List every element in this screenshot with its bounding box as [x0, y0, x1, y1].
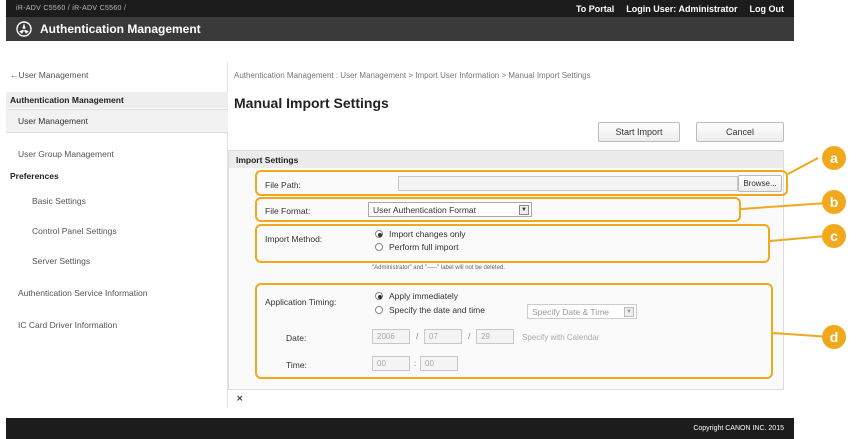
authentication-logo-icon: [16, 21, 32, 37]
log-out-link[interactable]: Log Out: [750, 4, 785, 14]
sidebar-item-user-management[interactable]: User Management: [6, 109, 228, 133]
sidebar-item-control-panel-settings[interactable]: Control Panel Settings: [6, 223, 228, 239]
title-bar: Authentication Management: [6, 17, 794, 41]
callout-box-b: [255, 197, 741, 222]
sidebar-back-link[interactable]: ←User Management: [6, 66, 228, 84]
sidebar-section-preferences: Preferences: [10, 171, 59, 181]
cancel-button[interactable]: Cancel: [696, 122, 784, 142]
login-user-label: Login User:: [626, 3, 677, 14]
sidebar-item-ic-card-driver-info[interactable]: IC Card Driver Information: [6, 317, 228, 333]
callout-badge-d: d: [822, 325, 846, 349]
device-name: iR-ADV C5560 / iR-ADV C5560 /: [16, 5, 127, 12]
callout-badge-b: b: [822, 190, 846, 214]
login-user-info: Login User: Administrator: [626, 4, 737, 14]
sidebar-item-user-group-management[interactable]: User Group Management: [6, 146, 228, 162]
to-portal-link[interactable]: To Portal: [576, 4, 614, 14]
sidebar-item-server-settings[interactable]: Server Settings: [6, 253, 228, 269]
copyright-text: Copyright CANON INC. 2015: [693, 425, 784, 432]
callout-box-a: [255, 170, 788, 196]
page-title: Manual Import Settings: [234, 95, 389, 111]
sidebar-section-authentication: Authentication Management: [6, 92, 228, 108]
sidebar: ←User Management Authentication Manageme…: [6, 62, 228, 408]
sidebar-item-basic-settings[interactable]: Basic Settings: [6, 193, 228, 209]
collapse-icon[interactable]: ⨯: [236, 393, 244, 404]
sidebar-item-auth-service-info[interactable]: Authentication Service Information: [6, 285, 228, 301]
callout-box-d: [255, 283, 773, 379]
app-title: Authentication Management: [40, 22, 201, 36]
start-import-button[interactable]: Start Import: [598, 122, 680, 142]
footer: Copyright CANON INC. 2015: [6, 418, 794, 439]
breadcrumb: Authentication Management : User Managem…: [234, 71, 591, 80]
callout-badge-a: a: [822, 146, 846, 170]
top-links: To Portal Login User: Administrator Log …: [576, 4, 794, 14]
login-user-name: Administrator: [678, 3, 738, 14]
import-settings-heading: Import Settings: [229, 151, 783, 168]
top-bar: iR-ADV C5560 / iR-ADV C5560 / To Portal …: [6, 0, 794, 17]
callout-badge-c: c: [822, 224, 846, 248]
callout-box-c: [255, 224, 770, 263]
import-note: "Administrator" and "-----" label will n…: [372, 265, 505, 271]
